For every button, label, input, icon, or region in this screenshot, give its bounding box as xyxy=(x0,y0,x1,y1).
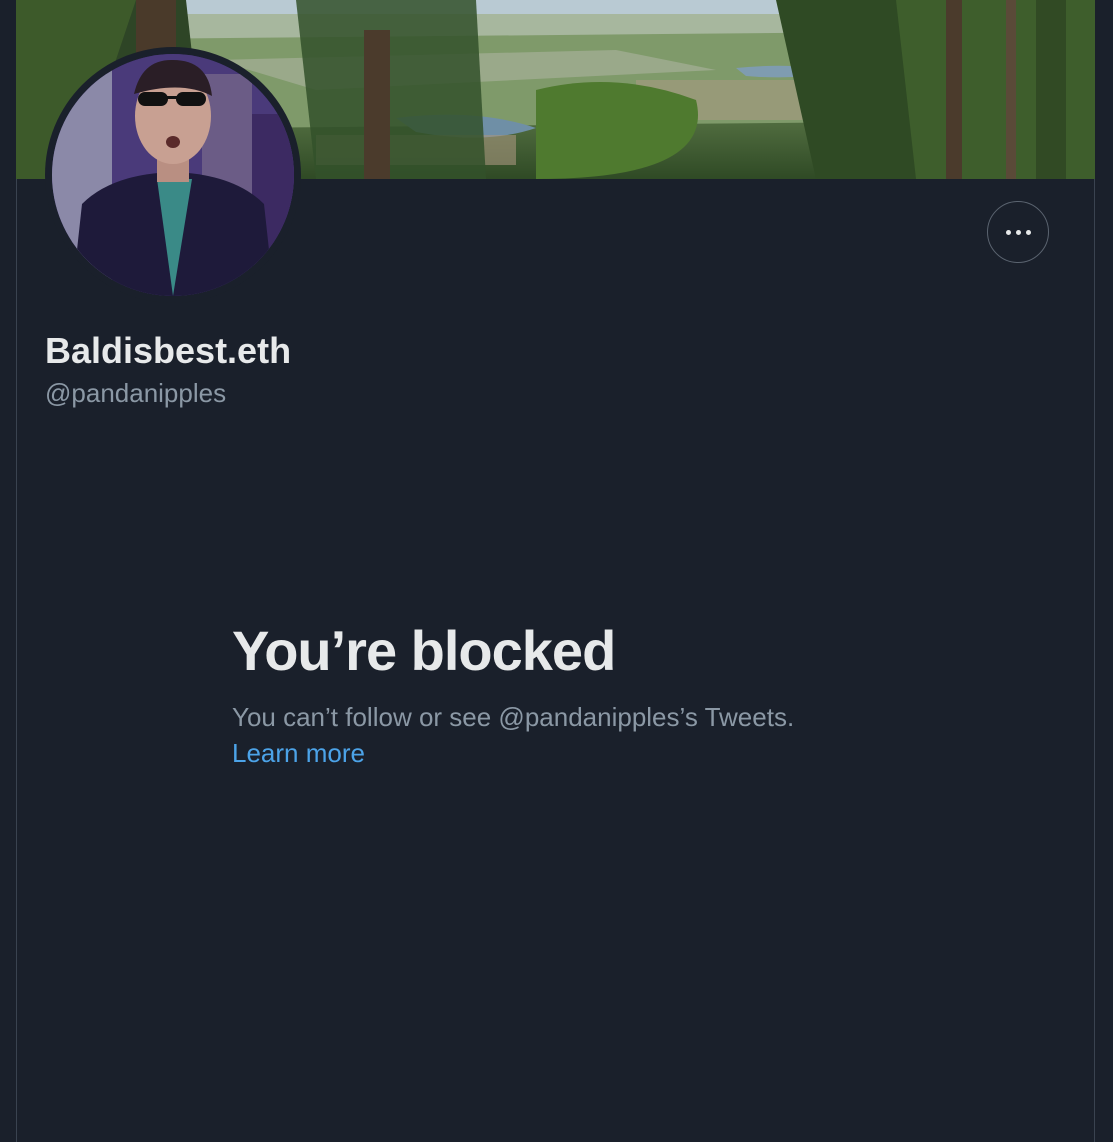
profile-handle: @pandanipples xyxy=(45,378,227,408)
learn-more-link[interactable]: Learn more xyxy=(232,738,365,769)
profile-display-name: Baldisbest.eth xyxy=(45,330,292,371)
blocked-title: You’re blocked xyxy=(232,619,616,682)
avatar[interactable] xyxy=(52,54,294,296)
blocked-description: You can’t follow or see @pandanipples’s … xyxy=(232,702,795,732)
more-button[interactable] xyxy=(987,201,1049,263)
profile-page: Baldisbest.eth @pandanipples You’re bloc… xyxy=(0,0,1113,1142)
profile-avatar-image xyxy=(52,54,294,296)
more-horizontal-icon xyxy=(1005,229,1011,235)
